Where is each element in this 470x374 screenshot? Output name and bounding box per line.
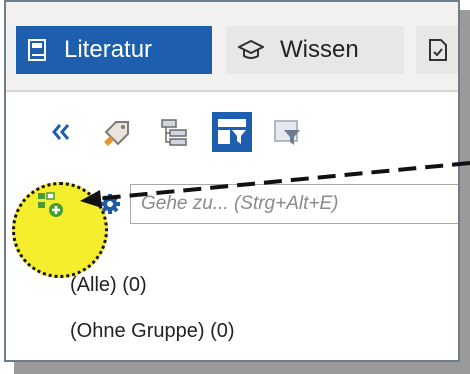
callout-arrow	[80, 161, 470, 208]
